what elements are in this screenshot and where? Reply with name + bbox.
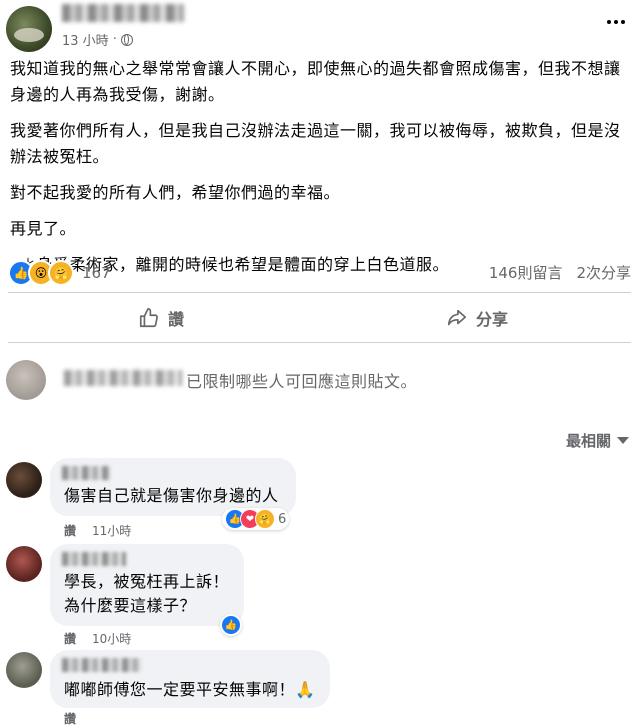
comment-reactions[interactable]: 👍 ❤ 🤗 6 — [222, 508, 290, 530]
post-paragraph: 我知道我的無心之舉常常會讓人不開心，即使無心的過失都會照成傷害，但我不想讓身邊的… — [10, 59, 621, 104]
comment-sort-dropdown[interactable]: 最相關 — [566, 430, 629, 451]
post-paragraph: 對不起我愛的所有人們，希望你們過的幸福。 — [10, 183, 341, 202]
share-button[interactable]: 分享 — [446, 306, 508, 330]
comment-avatar[interactable] — [6, 652, 42, 688]
comment-like-button[interactable]: 讚 — [64, 710, 76, 727]
reaction-count[interactable]: 167 — [82, 264, 111, 282]
like-button[interactable]: 讚 — [138, 306, 184, 330]
like-button-label: 讚 — [168, 310, 185, 329]
pray-emoji-icon: 🙏 — [295, 680, 316, 699]
meta-dot: · — [112, 32, 117, 47]
post-time[interactable]: 13 小時 — [62, 30, 109, 49]
comment-actions: 讚 11小時 — [64, 522, 131, 539]
comment-time[interactable]: 11小時 — [92, 522, 131, 539]
comment-like-button[interactable]: 讚 — [64, 522, 76, 539]
restriction-avatar — [6, 360, 46, 400]
share-icon — [447, 309, 467, 326]
post-body: 我知道我的無心之舉常常會讓人不開心，即使無心的過失都會照成傷害，但我不想讓身邊的… — [10, 56, 630, 288]
comment-author[interactable] — [62, 552, 126, 566]
divider — [8, 292, 631, 293]
poster-avatar[interactable] — [6, 6, 52, 52]
comment-avatar[interactable] — [6, 546, 42, 582]
comment-bubble: 學長，被冤枉再上訴！ 為什麼要這樣子？ — [50, 544, 244, 626]
comment-reactions[interactable]: 👍 — [220, 614, 242, 636]
care-reaction-icon: 🤗 — [255, 509, 275, 529]
caret-down-icon — [617, 437, 629, 444]
post-stats: 146則留言 2次分享 — [489, 262, 631, 283]
comment-text-row: 嘟嘟師傅您一定要平安無事啊！🙏 — [64, 678, 315, 702]
restriction-notice: 已限制哪些人可回應這則貼文。 — [186, 372, 418, 391]
restriction-name — [64, 370, 182, 386]
care-reaction-icon: 🤗 — [48, 260, 74, 286]
share-count[interactable]: 2次分享 — [576, 262, 631, 283]
divider — [8, 342, 631, 343]
more-options-icon[interactable] — [607, 20, 625, 24]
thumbs-up-icon — [139, 308, 158, 328]
comment-avatar[interactable] — [6, 462, 42, 498]
comment-text-line: 為什麼要這樣子？ — [64, 596, 197, 615]
globe-icon — [120, 33, 133, 46]
post-paragraph: 我愛著你們所有人，但是我自己沒辦法走過這一關，我可以被侮辱，被欺負，但是沒辦法被… — [10, 121, 621, 166]
comment-author[interactable] — [62, 466, 110, 480]
comment-text-line: 學長，被冤枉再上訴！ — [64, 572, 230, 591]
post-paragraph: 再見了。 — [10, 219, 77, 238]
poster-name[interactable] — [62, 4, 184, 22]
comment-reaction-count: 6 — [278, 511, 287, 527]
comment-actions: 讚 10小時 — [64, 630, 131, 647]
sort-label: 最相關 — [565, 432, 611, 450]
comment-like-button[interactable]: 讚 — [64, 630, 76, 647]
comment-author[interactable] — [62, 658, 142, 672]
comment-text: 傷害自己就是傷害你身邊的人 — [64, 486, 279, 505]
comment-time[interactable]: 10小時 — [92, 630, 131, 647]
post-meta: 13 小時 · — [62, 30, 133, 49]
share-button-label: 分享 — [476, 310, 509, 329]
comment-text: 嘟嘟師傅您一定要平安無事啊！ — [64, 680, 296, 699]
reaction-summary[interactable]: 👍 😮 🤗 167 — [8, 260, 111, 286]
comment-bubble: 嘟嘟師傅您一定要平安無事啊！🙏 — [50, 650, 330, 708]
comment-actions: 讚 — [64, 710, 76, 727]
like-reaction-icon: 👍 — [221, 615, 241, 635]
comment-count[interactable]: 146則留言 — [489, 262, 563, 283]
